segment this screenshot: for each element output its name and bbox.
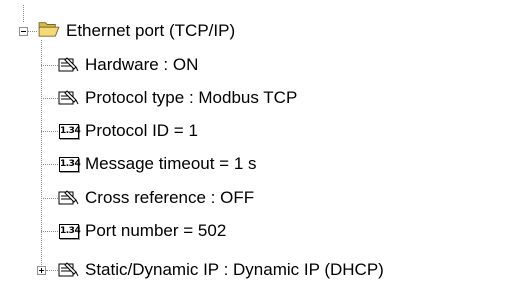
tree-connector-line	[41, 98, 58, 99]
settings-tree-view: Ethernet port (TCP/IP) Hardware : ON Pro…	[0, 0, 518, 289]
tree-node-label[interactable]: Ethernet port (TCP/IP)	[66, 21, 235, 41]
parameter-icon	[58, 57, 79, 72]
tree-connector-line	[41, 231, 58, 232]
numeric-value-icon: 1.34	[59, 224, 81, 239]
tree-node-label[interactable]: Protocol type : Modbus TCP	[85, 88, 297, 108]
tree-connector-line	[41, 131, 58, 132]
tree-connector-line	[41, 40, 42, 271]
parameter-icon	[58, 90, 79, 105]
numeric-value-icon: 1.34	[59, 157, 81, 172]
folder-open-icon	[38, 22, 60, 37]
tree-node-label[interactable]: Hardware : ON	[85, 55, 198, 75]
tree-connector-line	[23, 5, 24, 22]
tree-node-label[interactable]: Protocol ID = 1	[85, 121, 198, 141]
tree-node-label[interactable]: Cross reference : OFF	[85, 188, 254, 208]
parameter-icon	[58, 262, 79, 277]
tree-node-label[interactable]: Message timeout = 1 s	[85, 154, 257, 174]
tree-node-label[interactable]: Port number = 502	[85, 221, 226, 241]
collapse-toggle-icon[interactable]	[19, 27, 28, 36]
parameter-icon	[58, 190, 79, 205]
tree-connector-line	[41, 198, 58, 199]
tree-node-label[interactable]: Static/Dynamic IP : Dynamic IP (DHCP)	[85, 260, 384, 280]
expand-toggle-icon[interactable]	[37, 266, 46, 275]
tree-connector-line	[41, 65, 58, 66]
tree-connector-line	[41, 164, 58, 165]
numeric-value-icon: 1.34	[59, 124, 81, 139]
